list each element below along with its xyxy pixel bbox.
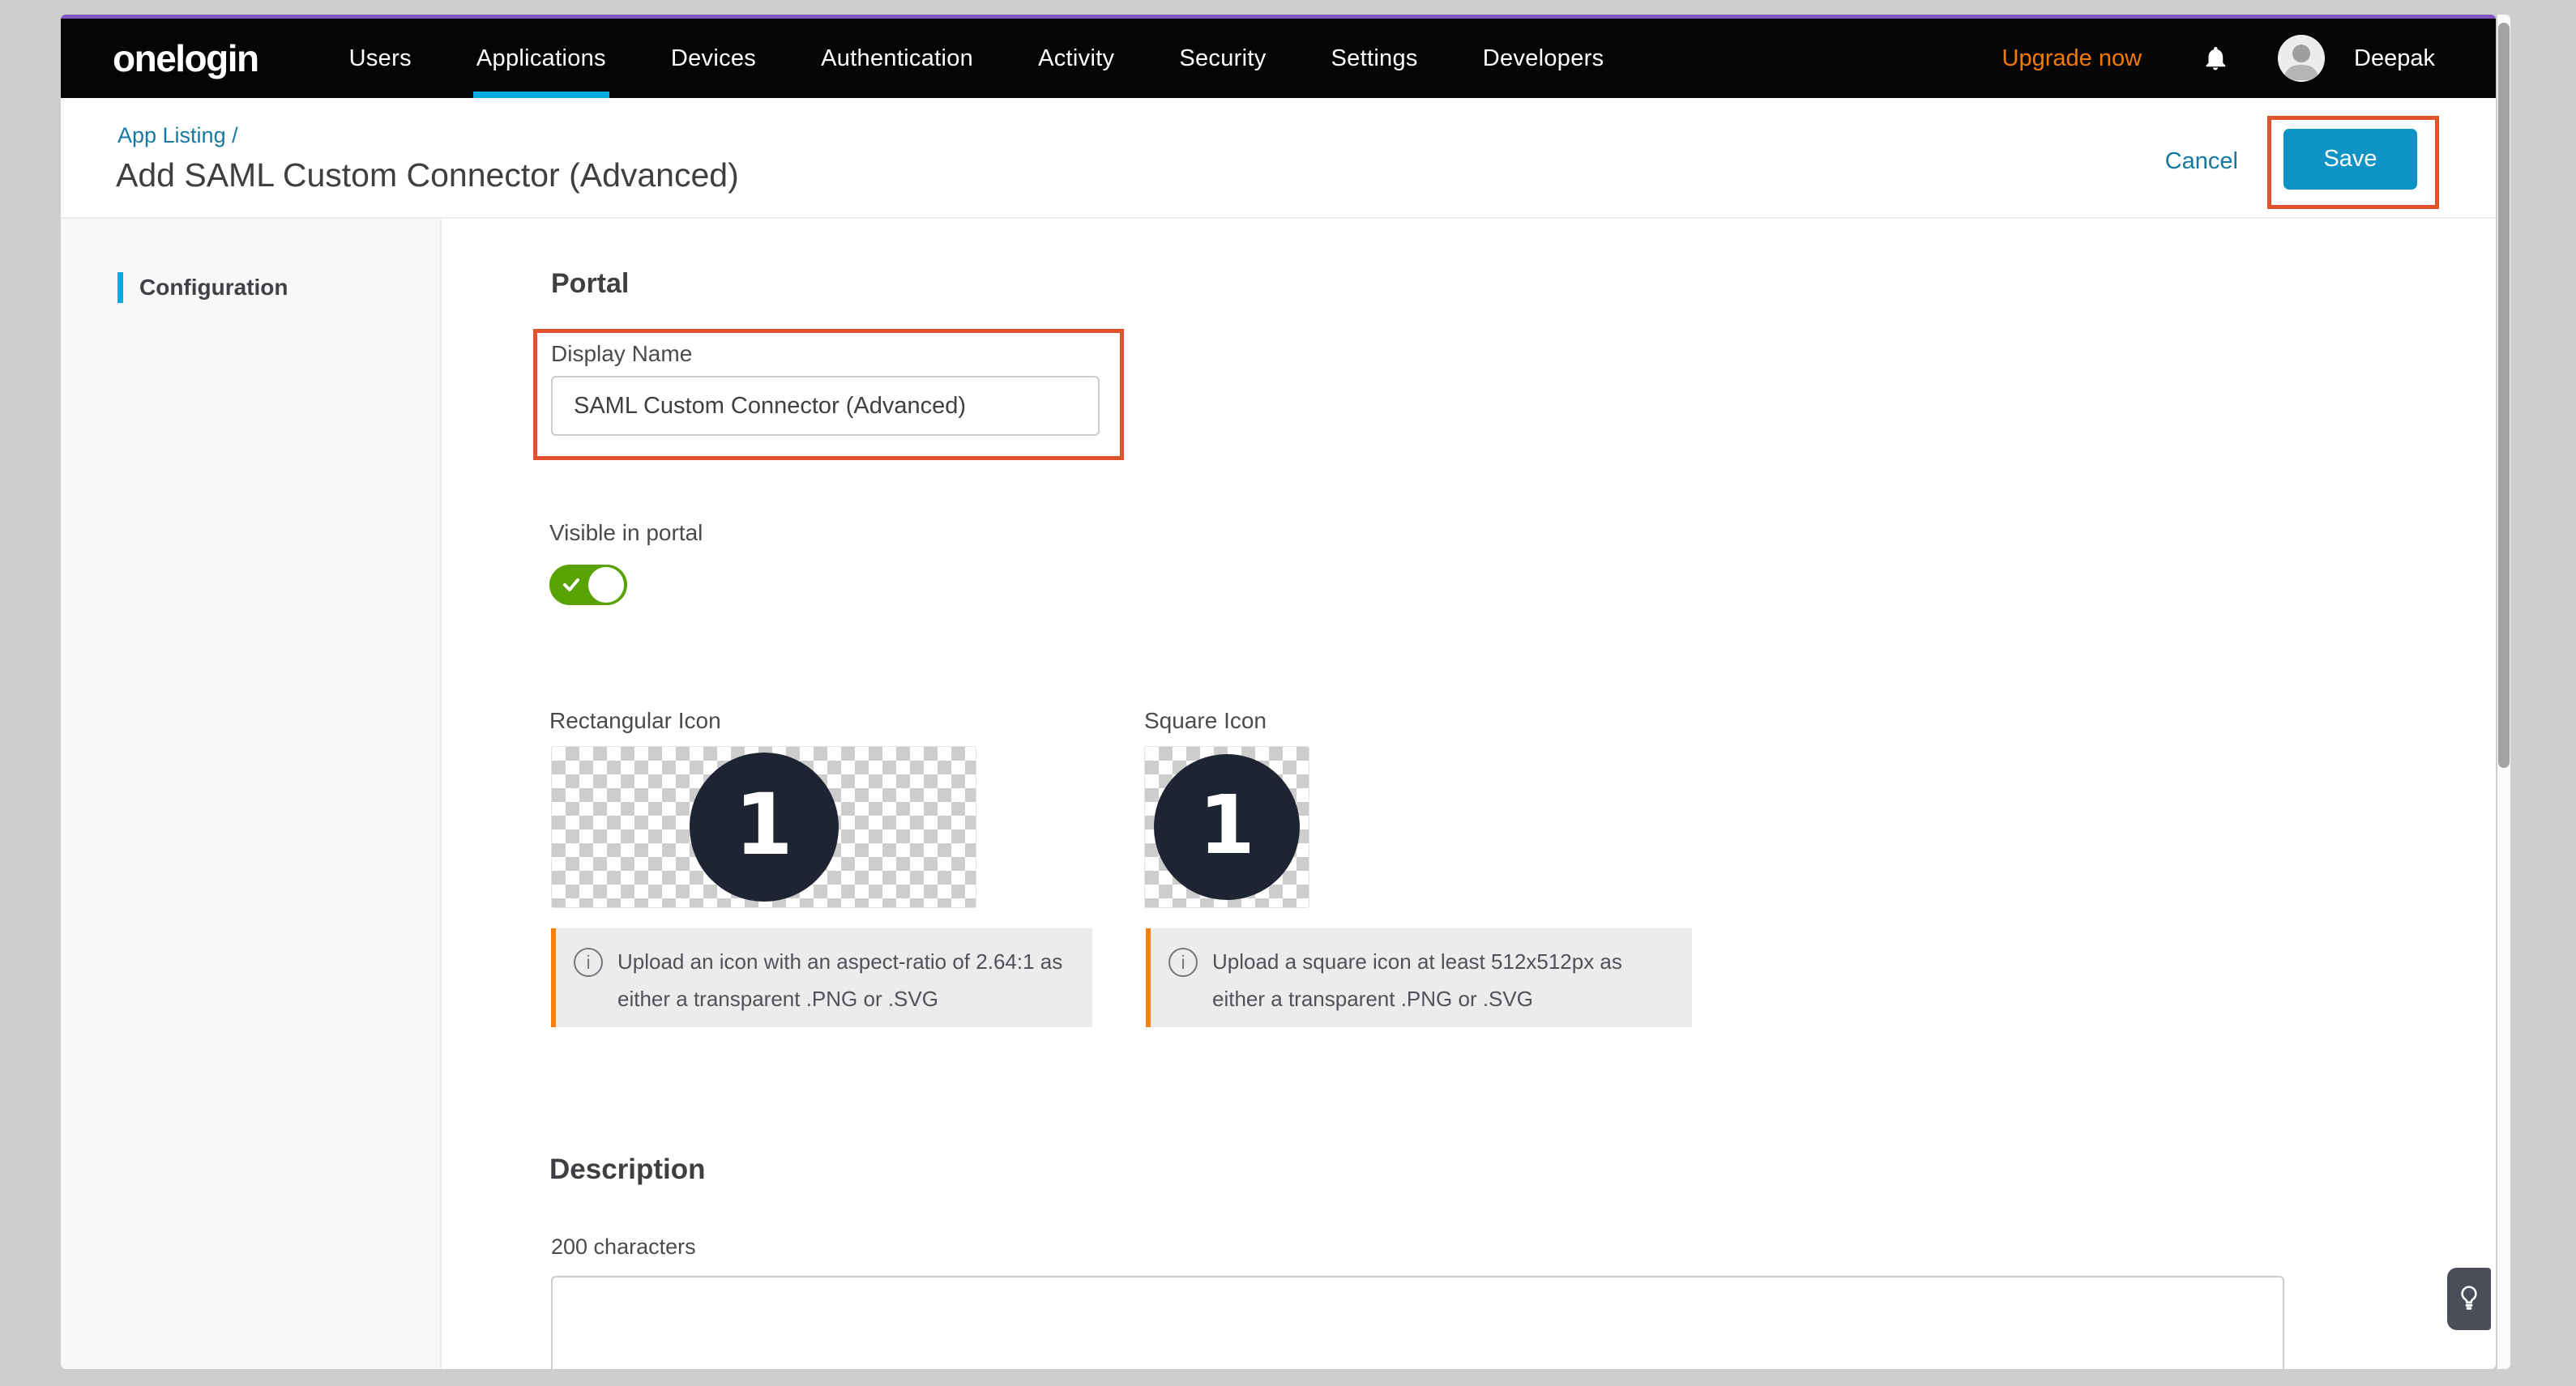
character-counter: 200 characters [551, 1236, 696, 1258]
breadcrumb[interactable]: App Listing / [117, 123, 238, 148]
nav-item-applications[interactable]: Applications [476, 19, 606, 98]
visible-in-portal-toggle[interactable] [549, 565, 627, 605]
info-icon: i [574, 948, 603, 977]
rectangular-icon-preview[interactable]: 1 [551, 746, 976, 908]
nav-item-label: Security [1179, 45, 1266, 72]
top-nav: onelogin Users Applications Devices Auth… [61, 19, 2496, 98]
page-title: Add SAML Custom Connector (Advanced) [116, 156, 739, 194]
square-icon-help-text: Upload a square icon at least 512x512px … [1212, 943, 1676, 1027]
cancel-button[interactable]: Cancel [2165, 148, 2238, 175]
help-lightbulb-button[interactable] [2447, 1268, 2491, 1330]
active-item-indicator [117, 272, 123, 303]
onelogin-app-icon: 1 [690, 753, 839, 902]
description-heading: Description [549, 1155, 706, 1183]
sidebar-item-label: Configuration [139, 275, 288, 301]
save-button[interactable]: Save [2283, 129, 2417, 190]
notifications-bell-icon[interactable] [2202, 43, 2229, 74]
rect-icon-info-box: i Upload an icon with an aspect-ratio of… [551, 928, 1092, 1027]
rectangular-icon-label: Rectangular Icon [549, 710, 721, 732]
onelogin-app-icon: 1 [1154, 754, 1300, 900]
visible-in-portal-label: Visible in portal [549, 522, 703, 544]
nav-item-label: Settings [1331, 45, 1418, 72]
nav-item-label: Authentication [821, 45, 973, 72]
rect-icon-help-text: Upload an icon with an aspect-ratio of 2… [617, 943, 1076, 1027]
square-icon-info-box: i Upload a square icon at least 512x512p… [1146, 928, 1692, 1027]
page-header: App Listing / Add SAML Custom Connector … [61, 98, 2496, 219]
nav-item-security[interactable]: Security [1179, 19, 1266, 98]
upgrade-now-link[interactable]: Upgrade now [2002, 45, 2142, 72]
nav-item-label: Applications [476, 45, 606, 72]
checkmark-icon [562, 575, 581, 595]
info-icon: i [1168, 948, 1198, 977]
nav-item-activity[interactable]: Activity [1038, 19, 1114, 98]
nav-menu: Users Applications Devices Authenticatio… [349, 19, 1604, 98]
display-name-input[interactable] [551, 376, 1100, 436]
nav-item-users[interactable]: Users [349, 19, 412, 98]
square-icon-label: Square Icon [1144, 710, 1267, 732]
scrollbar-track[interactable] [2497, 15, 2510, 1369]
nav-item-label: Users [349, 45, 412, 72]
nav-item-authentication[interactable]: Authentication [821, 19, 973, 98]
user-name[interactable]: Deepak [2354, 45, 2435, 72]
nav-item-label: Devices [671, 45, 756, 72]
lightbulb-icon [2456, 1283, 2482, 1316]
active-tab-indicator [473, 92, 609, 98]
nav-item-label: Activity [1038, 45, 1114, 72]
nav-item-settings[interactable]: Settings [1331, 19, 1418, 98]
onelogin-logo[interactable]: onelogin [113, 36, 258, 80]
sidebar-item-configuration[interactable]: Configuration [117, 272, 288, 303]
app-window: onelogin Users Applications Devices Auth… [61, 15, 2496, 1369]
display-name-label: Display Name [551, 343, 692, 365]
nav-item-devices[interactable]: Devices [671, 19, 756, 98]
nav-item-label: Developers [1483, 45, 1604, 72]
sidebar: Configuration [61, 219, 442, 1369]
description-textarea[interactable] [551, 1276, 2284, 1369]
toggle-knob [588, 567, 624, 603]
nav-item-developers[interactable]: Developers [1483, 19, 1604, 98]
square-icon-preview[interactable]: 1 [1144, 746, 1309, 908]
user-avatar[interactable] [2278, 35, 2325, 82]
nav-right-group: Upgrade now Deepak [2002, 35, 2435, 82]
page-body: Configuration Portal Display Name Visibl… [61, 219, 2496, 1369]
portal-heading: Portal [551, 270, 629, 297]
main-content: Portal Display Name Visible in portal Re… [442, 219, 2496, 1369]
scrollbar-thumb[interactable] [2498, 23, 2510, 768]
